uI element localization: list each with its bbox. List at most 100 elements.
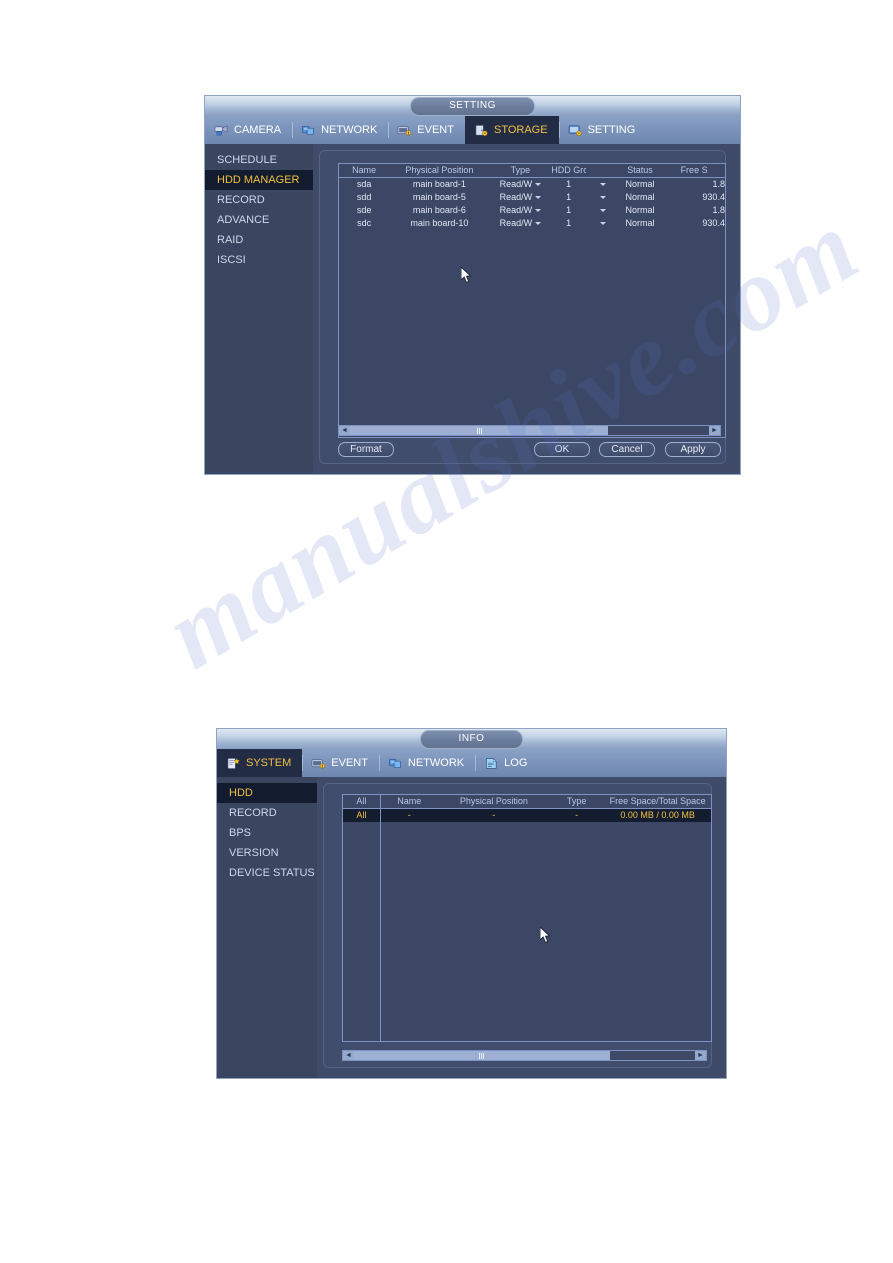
hscroll-track[interactable] — [350, 426, 709, 435]
cell-type[interactable]: Read/W — [490, 179, 552, 190]
tab-setting[interactable]: SETTING — [558, 116, 647, 144]
table-row[interactable]: sde main board-6 Read/W 1 Normal 1.8 — [339, 204, 725, 217]
cell-hdd-group: 1 — [551, 192, 586, 203]
format-button[interactable]: Format — [338, 442, 394, 457]
sidebar-item-bps[interactable]: BPS — [217, 823, 317, 843]
sidebar-item-record[interactable]: RECORD — [205, 190, 313, 210]
tab-label: NETWORK — [407, 757, 465, 769]
log-icon — [486, 757, 497, 769]
cell-physical-position-text: main board-5 — [412, 192, 466, 202]
tab-camera[interactable]: CAMERA — [205, 116, 292, 144]
apply-button[interactable]: Apply — [665, 442, 721, 457]
chevron-down-icon[interactable] — [599, 196, 606, 200]
table-column-divider — [379, 795, 381, 1041]
hscroll-grip-icon — [480, 427, 482, 434]
setting-content-panel: Name Physical Position Type HDD Group Status… — [313, 144, 740, 474]
sidebar-item-record[interactable]: RECORD — [217, 803, 317, 823]
tab-label: SYSTEM — [246, 757, 292, 769]
cell-hdd-group: 1 — [551, 179, 586, 190]
setting-button-row: Format OK Cancel Apply — [338, 442, 721, 460]
cell-hdd-group-dropdown[interactable] — [586, 205, 617, 216]
tab-label: EVENT — [417, 124, 454, 136]
chevron-down-icon[interactable] — [535, 196, 542, 200]
hscroll-grip-icon — [483, 1052, 485, 1059]
cell-name: sda — [339, 179, 389, 190]
cell-type-text: Read/W — [499, 218, 533, 228]
cell-physical-position-text: main board-6 — [412, 205, 466, 215]
info-window-title: INFO — [419, 729, 524, 749]
ok-button[interactable]: OK — [534, 442, 590, 457]
tab-label: NETWORK — [321, 124, 378, 136]
setting-window-body: SCHEDULE HDD MANAGER RECORD ADVANCE RAID ISCS… — [204, 144, 741, 475]
tab-network[interactable]: NETWORK — [378, 749, 475, 777]
hscroll-right-arrow-icon[interactable]: ► — [709, 426, 720, 435]
sidebar-item-advance[interactable]: ADVANCE — [205, 210, 313, 230]
chevron-down-icon[interactable] — [535, 183, 542, 187]
cell-hdd-group-dropdown[interactable] — [586, 218, 617, 229]
column-header: HDD Group — [551, 165, 586, 175]
hscroll-thumb[interactable] — [354, 1051, 610, 1060]
table-row[interactable]: sdc main board-10 Read/W 1 Normal 930.4 — [339, 217, 725, 230]
cell-hdd-group: 1 — [551, 218, 586, 229]
hscroll-right-arrow-icon[interactable]: ► — [695, 1051, 706, 1060]
cell-physical-position: main board-5 — [389, 192, 489, 203]
cancel-button[interactable]: Cancel — [599, 442, 655, 457]
cell-physical-position-text: main board-1 — [412, 179, 466, 189]
cell-free-space: 1.8 — [663, 205, 725, 216]
chevron-down-icon[interactable] — [599, 209, 606, 213]
table-row[interactable]: sda main board-1 Read/W 1 Normal 1.8 — [339, 178, 725, 191]
cell-type[interactable]: Read/W — [490, 205, 552, 216]
sidebar-item-hdd[interactable]: HDD — [217, 783, 317, 803]
tab-event[interactable]: EVENT — [388, 116, 465, 144]
cell-free-space-text: 1.8 — [712, 205, 725, 215]
table-row[interactable]: All - - - 0.00 MB / 0.00 MB — [343, 809, 711, 822]
cell-status-text: Normal — [625, 205, 655, 215]
tab-label: CAMERA — [234, 124, 282, 136]
sidebar-item-schedule[interactable]: SCHEDULE — [205, 150, 313, 170]
tab-event[interactable]: EVENT — [302, 749, 379, 777]
cell-type[interactable]: Read/W — [490, 192, 552, 203]
cell-type: - — [575, 810, 579, 820]
hdd-manager-panel: Name Physical Position Type HDD Group Status… — [319, 150, 726, 464]
setting-window: SETTING CAMERA NETWORK EVENT STORAGE SETTING… — [204, 95, 741, 475]
cell-free-space-text: 1.8 — [712, 179, 725, 189]
event-icon — [311, 758, 326, 769]
chevron-down-icon[interactable] — [535, 222, 542, 226]
cell-hdd-group-dropdown[interactable] — [586, 192, 617, 203]
cell-physical-position: main board-6 — [389, 205, 489, 216]
column-header: Type — [566, 796, 587, 806]
sidebar-item-iscsi[interactable]: ISCSI — [205, 250, 313, 270]
chevron-down-icon[interactable] — [599, 222, 606, 226]
chevron-down-icon[interactable] — [599, 183, 606, 187]
chevron-down-icon[interactable] — [535, 209, 542, 213]
cell-status-text: Normal — [625, 179, 655, 189]
cell-status-text: Normal — [625, 192, 655, 202]
sidebar-item-device-status[interactable]: DEVICE STATUS — [217, 863, 317, 883]
column-header: Physical Position — [405, 165, 474, 175]
tab-network[interactable]: NETWORK — [292, 116, 388, 144]
cell-physical-position-text: main board-10 — [410, 218, 469, 228]
hscroll-left-arrow-icon[interactable]: ◄ — [343, 1051, 354, 1060]
hscroll-grip-icon — [478, 427, 480, 434]
table-row[interactable]: sdd main board-5 Read/W 1 Normal 930.4 — [339, 191, 725, 204]
hdd-table-hscrollbar[interactable]: ◄ ► — [338, 425, 721, 436]
tab-log[interactable]: LOG — [475, 749, 538, 777]
sidebar-item-hdd-manager[interactable]: HDD MANAGER — [205, 170, 313, 190]
cell-status: Normal — [617, 205, 663, 216]
column-header: Type — [510, 165, 531, 175]
tab-storage[interactable]: STORAGE — [464, 116, 559, 144]
setting-tab-bar: CAMERA NETWORK EVENT STORAGE SETTING — [204, 116, 741, 144]
cell-hdd-group-dropdown[interactable] — [586, 179, 617, 190]
info-tab-bar: SYSTEM EVENT NETWORK LOG — [216, 749, 727, 777]
hscroll-thumb[interactable] — [350, 426, 609, 435]
info-window-titlebar: INFO — [216, 728, 727, 749]
cell-type[interactable]: Read/W — [490, 218, 552, 229]
setting-icon — [568, 125, 582, 136]
cell-free-space-text: 930.4 — [702, 192, 725, 202]
hdd-info-hscrollbar[interactable]: ◄ ► — [342, 1050, 707, 1061]
hscroll-track[interactable] — [354, 1051, 695, 1060]
tab-system[interactable]: SYSTEM — [217, 749, 303, 777]
hscroll-left-arrow-icon[interactable]: ◄ — [339, 426, 350, 435]
sidebar-item-version[interactable]: VERSION — [217, 843, 317, 863]
sidebar-item-raid[interactable]: RAID — [205, 230, 313, 250]
